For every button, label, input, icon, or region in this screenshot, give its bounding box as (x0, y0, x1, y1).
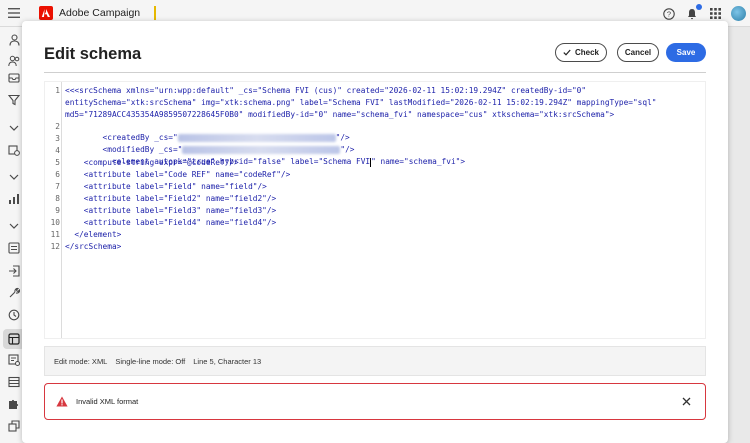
close-icon[interactable] (681, 396, 691, 406)
svg-text:?: ? (667, 9, 671, 18)
exit-icon[interactable] (7, 264, 21, 278)
chevron-down-icon[interactable] (7, 121, 21, 135)
apps-grid-icon[interactable] (708, 7, 722, 21)
settings-list-icon[interactable] (7, 353, 21, 367)
user-icon[interactable] (7, 33, 21, 47)
people-icon[interactable] (7, 54, 21, 68)
line-number: 12 (50, 242, 60, 251)
error-message: Invalid XML format (76, 397, 139, 406)
layers-icon[interactable] (7, 419, 21, 433)
code-line: <<<srcSchema xmlns="urn:wpp:default" _cs… (65, 86, 587, 95)
inbox-icon[interactable] (7, 71, 21, 85)
line-number: 9 (55, 206, 60, 215)
code-line: <attribute label="Field" name="field"/> (65, 182, 267, 191)
check-button-label: Check (574, 48, 599, 57)
code-line: <attribute label="Field4" name="field4"/… (65, 218, 277, 227)
menu-icon[interactable] (0, 6, 28, 21)
edit-mode-status: Edit mode: XML (54, 356, 108, 366)
line-number: 6 (55, 170, 60, 179)
dialog-title: Edit schema (44, 45, 142, 63)
code-line: <attribute label="Code REF" name="codeRe… (65, 170, 291, 179)
chevron-down-icon[interactable] (7, 219, 21, 233)
error-alert: Invalid XML format (44, 383, 706, 420)
code-line: entitySchema="xtk:srcSchema" img="xtk:sc… (65, 98, 657, 107)
line-number: 8 (55, 194, 60, 203)
tools-icon[interactable] (7, 286, 21, 300)
check-button[interactable]: Check (555, 43, 607, 62)
chart-icon[interactable] (7, 192, 21, 206)
code-fragment: " name="schema_fvi"> (371, 157, 466, 166)
line-number: 1 (55, 86, 60, 95)
cursor-position-status: Line 5, Character 13 (193, 356, 262, 366)
notification-bell-icon[interactable] (685, 3, 702, 21)
xml-code-editor[interactable]: 1 2 3 4 5 6 7 8 9 10 11 12 <<<srcSchema … (44, 81, 706, 339)
line-number: 5 (55, 158, 60, 167)
puzzle-icon[interactable] (7, 397, 21, 411)
line-number: 11 (50, 230, 60, 239)
line-number: 2 (55, 122, 60, 131)
title-divider (44, 72, 706, 73)
history-icon[interactable] (7, 308, 21, 322)
cancel-button[interactable]: Cancel (617, 43, 659, 62)
filter-icon[interactable] (7, 93, 21, 107)
single-line-mode-status: Single-line mode: Off (115, 356, 186, 366)
line-number: 7 (55, 182, 60, 191)
avatar[interactable] (731, 6, 746, 21)
help-icon[interactable]: ? (662, 7, 676, 21)
settings-icon[interactable] (7, 143, 21, 157)
line-number: 3 (55, 134, 60, 143)
save-button[interactable]: Save (666, 43, 706, 62)
app-name[interactable]: Adobe Campaign (59, 7, 140, 19)
environment-marker (154, 6, 157, 20)
editor-status-bar: Edit mode: XML Single-line mode: Off Lin… (44, 346, 706, 376)
code-line: <attribute label="Field2" name="field2"/… (65, 194, 277, 203)
chevron-down-icon[interactable] (7, 170, 21, 184)
checkmark-icon (563, 49, 571, 56)
code-line: <compute-string expr="@codeRef"/> (65, 158, 239, 167)
code-line: </srcSchema> (65, 242, 122, 251)
edit-schema-dialog: Edit schema Check Cancel Save 1 2 3 4 5 … (22, 21, 728, 443)
code-line: md5="71289ACC435354A9859507228645F0B0" m… (65, 110, 615, 119)
adobe-logo-icon (38, 5, 54, 21)
line-number: 4 (55, 146, 60, 155)
schema-icon[interactable] (7, 332, 21, 346)
table-icon[interactable] (7, 375, 21, 389)
code-line: </element> (65, 230, 122, 239)
notification-dot (696, 3, 702, 10)
list-icon[interactable] (7, 241, 21, 255)
alert-triangle-icon (56, 396, 68, 408)
line-number: 10 (50, 218, 60, 227)
code-line: <attribute label="Field3" name="field3"/… (65, 206, 277, 215)
